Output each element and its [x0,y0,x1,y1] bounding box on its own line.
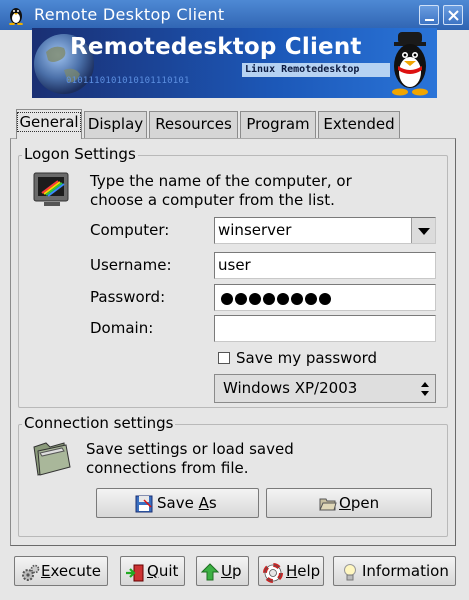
connection-settings-label: Connection settings [22,414,176,432]
domain-label: Domain: [90,319,154,337]
password-dot [277,293,289,305]
remote-desktop-window: Remote Desktop Client Remotedesktop Clie… [0,0,469,600]
password-dot [221,293,233,305]
tab-general[interactable]: General [16,109,82,139]
up-label: Up [221,562,242,580]
open-label: Open [339,494,380,512]
password-dot [249,293,261,305]
information-label: Information [362,562,449,580]
up-button[interactable]: Up [196,556,249,586]
os-version-value: Windows XP/2003 [223,379,358,397]
password-label: Password: [90,288,166,306]
tab-program[interactable]: Program [240,111,316,138]
up-down-arrows-icon [421,382,429,396]
quit-button[interactable]: Quit [120,556,185,586]
information-button[interactable]: Information [333,556,456,586]
close-icon [448,10,459,21]
open-folder-icon [319,498,337,511]
gears-icon [22,564,40,581]
password-mask-dots [221,293,331,305]
exit-door-icon [126,564,144,582]
minimize-button[interactable] [419,5,439,25]
username-label: Username: [90,256,172,274]
execute-button[interactable]: Execute [14,556,108,586]
minimize-icon [425,19,434,21]
save-password-checkbox[interactable] [218,352,230,364]
password-dot [263,293,275,305]
tab-extended[interactable]: Extended [318,111,400,138]
logon-description: Type the name of the computer, or choose… [90,172,352,209]
floppy-disk-icon [135,495,153,513]
tux-penguin-icon [392,32,428,96]
password-input[interactable] [214,284,436,311]
arrow-up-icon [201,563,219,581]
password-dot [235,293,247,305]
app-banner: Remotedesktop Client Linux Remotedesktop… [32,28,437,98]
password-dot [305,293,317,305]
help-button[interactable]: Help [258,556,324,586]
folder-icon [33,442,71,476]
os-version-select[interactable]: Windows XP/2003 [214,374,436,403]
password-dot [319,293,331,305]
window-title: Remote Desktop Client [34,5,225,24]
open-button[interactable]: Open [266,488,432,518]
save-as-button[interactable]: Save As [96,488,259,518]
computer-dropdown-button[interactable] [411,218,435,243]
banner-title: Remotedesktop Client [70,34,362,60]
computer-value: winserver [218,221,292,239]
banner-binary-text: 0101110101010101110101 [66,76,190,86]
close-button[interactable] [443,5,463,25]
save-as-label: Save As [157,494,217,512]
lifebuoy-icon [263,563,283,583]
banner-subtitle: Linux Remotedesktop [242,63,390,77]
save-password-label: Save my password [236,349,378,367]
help-label: Help [286,562,321,580]
username-input[interactable]: user [214,252,436,279]
monitor-icon [33,172,69,206]
tab-resources[interactable]: Resources [149,111,238,138]
quit-label: Quit [147,562,179,580]
logon-settings-label: Logon Settings [22,145,138,163]
password-dot [291,293,303,305]
computer-label: Computer: [90,221,170,239]
domain-input[interactable] [214,315,436,342]
computer-combobox[interactable]: winserver [214,217,436,244]
lightbulb-icon [344,564,356,581]
tab-display[interactable]: Display [84,111,147,138]
tux-app-icon [9,8,23,25]
connection-description: Save settings or load saved connections … [86,440,294,477]
title-bar[interactable]: Remote Desktop Client [0,0,469,30]
execute-label: Execute [41,562,101,580]
triangle-down-icon [418,228,430,235]
